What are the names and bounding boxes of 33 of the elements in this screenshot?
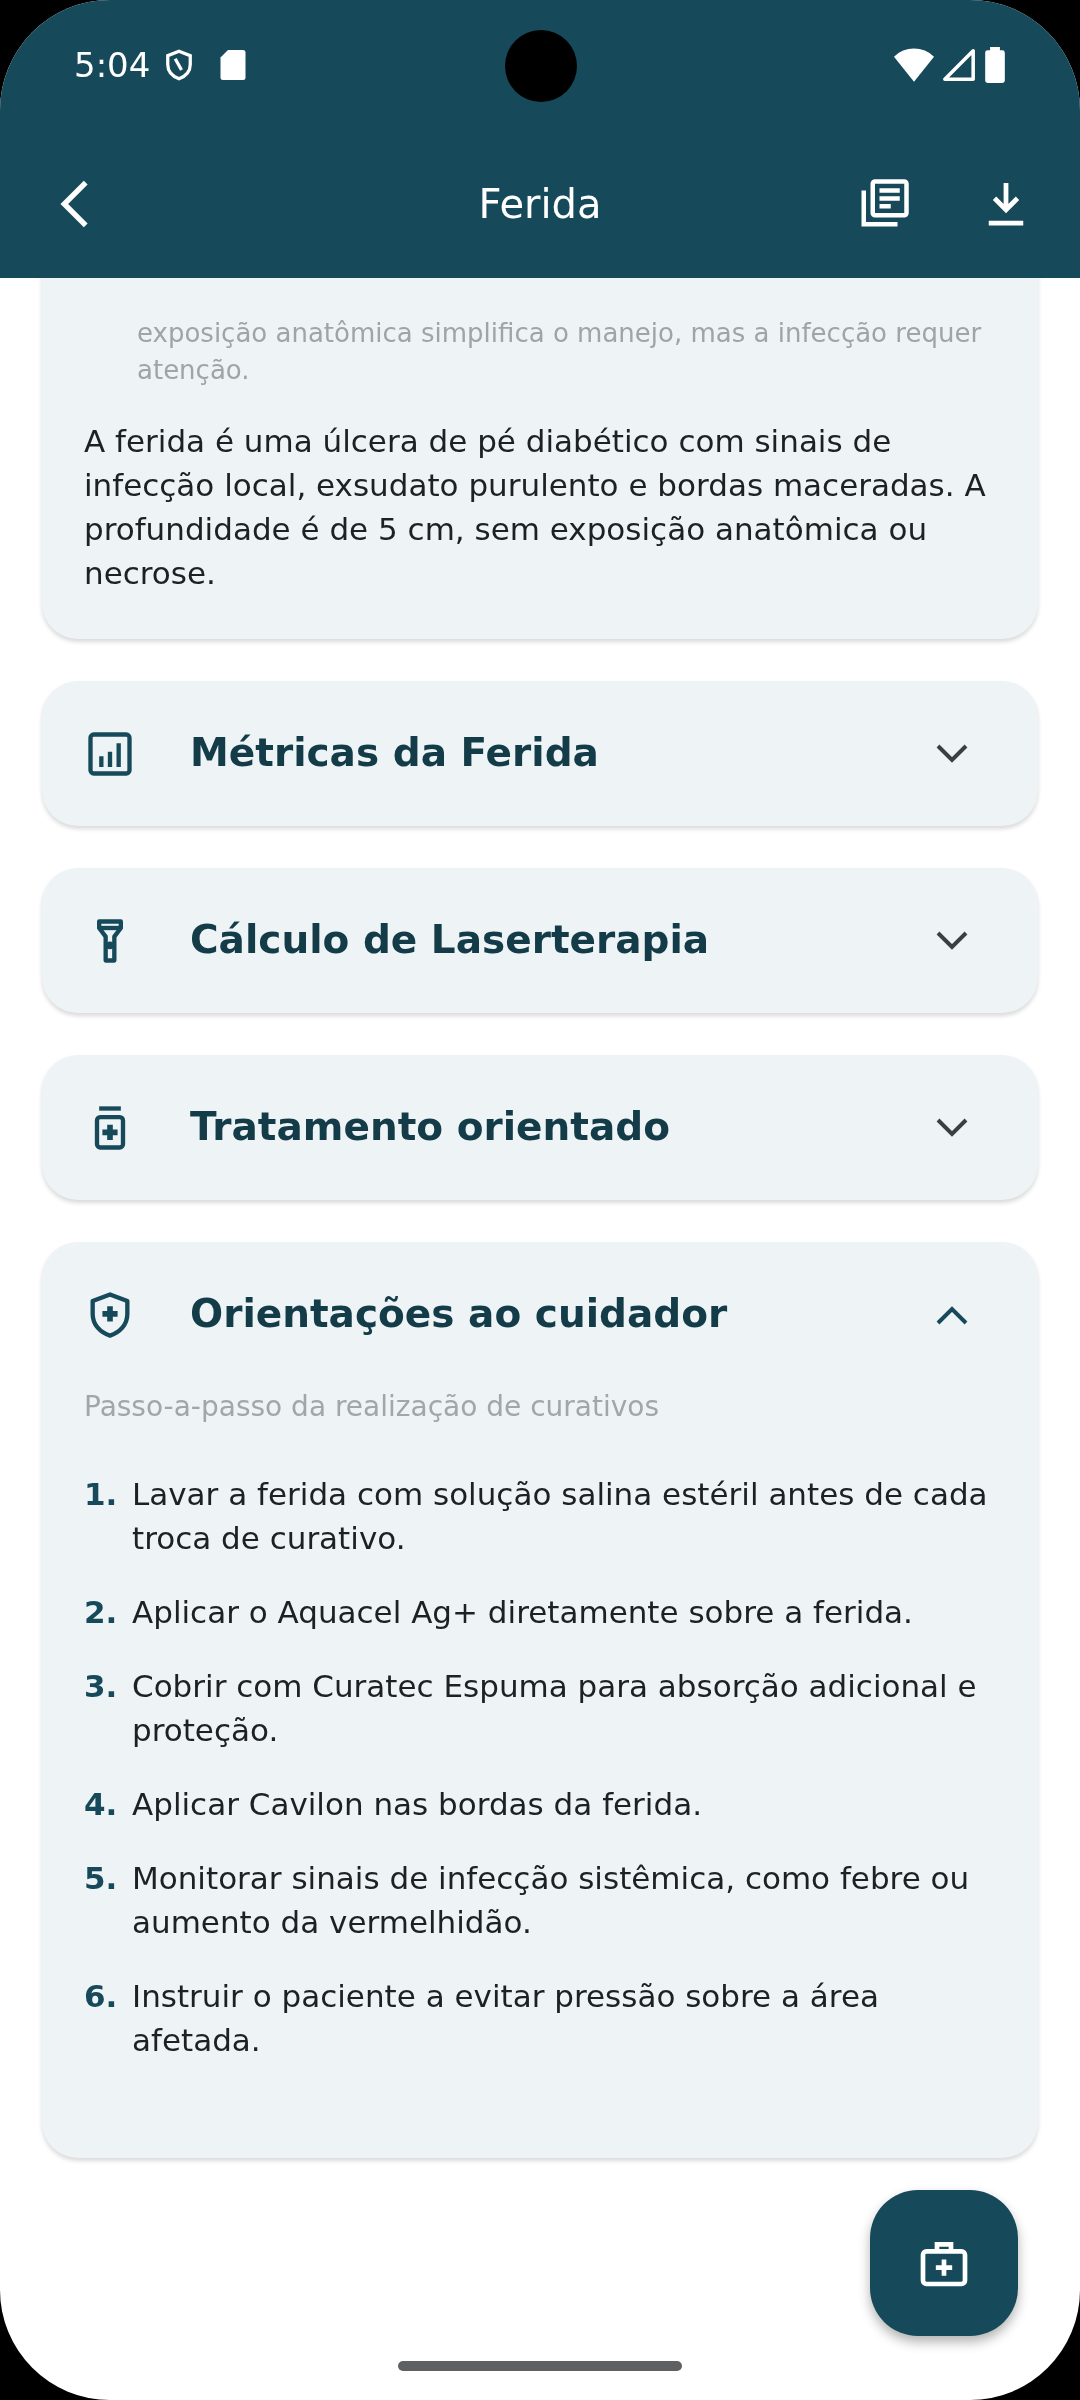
screen-title: Ferida: [478, 180, 602, 229]
chevron-down-icon: [936, 743, 968, 764]
step-number: 3.: [84, 1667, 119, 1706]
chevron-up-icon: [936, 1304, 968, 1325]
step-text: Instruir o paciente a evitar pressão sobre a área afetada.: [132, 1977, 880, 2060]
download-icon: [986, 181, 1026, 227]
wound-description: A ferida é uma úlcera de pé diabético com sinais de infecção local, exsudato purulento e bordas maceradas. A profundidade é de 5 cm, sem exposição anatômica ou necrose.: [83, 422, 987, 593]
chevron-down-icon: [936, 1117, 968, 1138]
battery-icon: [984, 47, 1006, 83]
step-text: Aplicar o Aquacel Ag+ diretamente sobre a ferida.: [132, 1593, 913, 1632]
step-text: Aplicar Cavilon nas bordas da ferida.: [132, 1785, 702, 1824]
sd-card-icon: [220, 50, 247, 80]
step-text: Lavar a ferida com solução salina estéril antes de cada troca de curativo.: [132, 1475, 989, 1558]
wifi-icon: [894, 48, 934, 82]
section-header[interactable]: Tratamento orientado: [42, 1055, 1038, 1200]
signal-icon: [942, 48, 976, 82]
step-text: Cobrir com Curatec Espuma para absorção adicional e proteção.: [132, 1667, 978, 1750]
section-header[interactable]: Orientações ao cuidador: [42, 1242, 1038, 1387]
step-number: 6.: [84, 1977, 119, 2016]
shield-icon: [164, 48, 195, 82]
step-number: 5.: [84, 1859, 119, 1898]
step-number: 4.: [84, 1785, 119, 1824]
add-first-aid-button[interactable]: [870, 2190, 1018, 2336]
step-text: Monitorar sinais de infecção sistêmica, como febre ou aumento da vermelhidão.: [132, 1859, 971, 1942]
section-subtitle: Passo-a-passo da realização de curativos: [84, 1389, 660, 1425]
section-header[interactable]: Cálculo de Laserterapia: [42, 868, 1038, 1013]
step-number: 2.: [84, 1593, 119, 1632]
step-number: 1.: [84, 1475, 119, 1514]
faded-analysis-text: exposição anatômica simplifica o manejo, mas a infecção requer atenção.: [136, 317, 983, 387]
status-time: 5:04: [74, 43, 151, 87]
chevron-down-icon: [936, 930, 968, 951]
back-icon: [60, 179, 90, 229]
section-header[interactable]: Métricas da Ferida: [42, 681, 1038, 826]
